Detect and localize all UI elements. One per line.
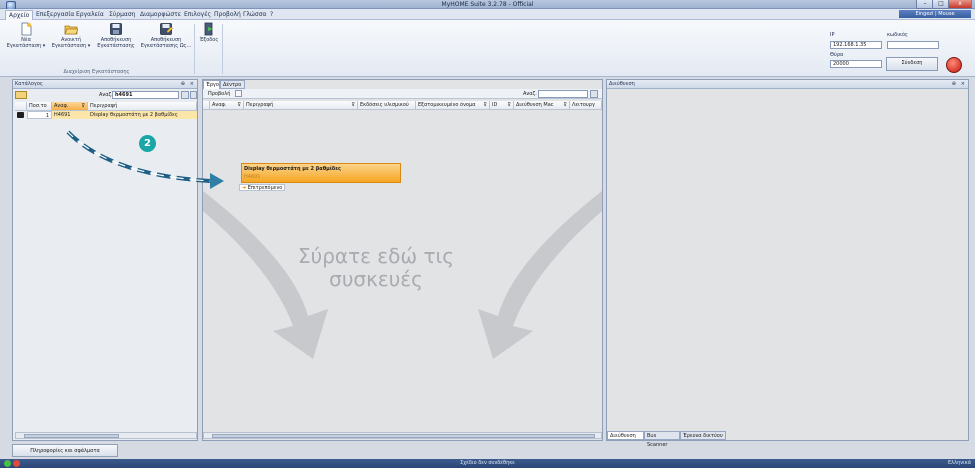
step-badge: 2 [139, 135, 156, 152]
status-text: Σχέδιο δεν συνδέθηκε [460, 460, 515, 466]
drag-instruction-arrow [66, 130, 224, 189]
language-indicator[interactable]: Ελληνικά [948, 459, 971, 468]
info-errors-button[interactable]: Πληροφορίες και σφάλματα [12, 444, 118, 457]
status-bar: Σχέδιο δεν συνδέθηκε Ελληνικά [0, 459, 975, 468]
